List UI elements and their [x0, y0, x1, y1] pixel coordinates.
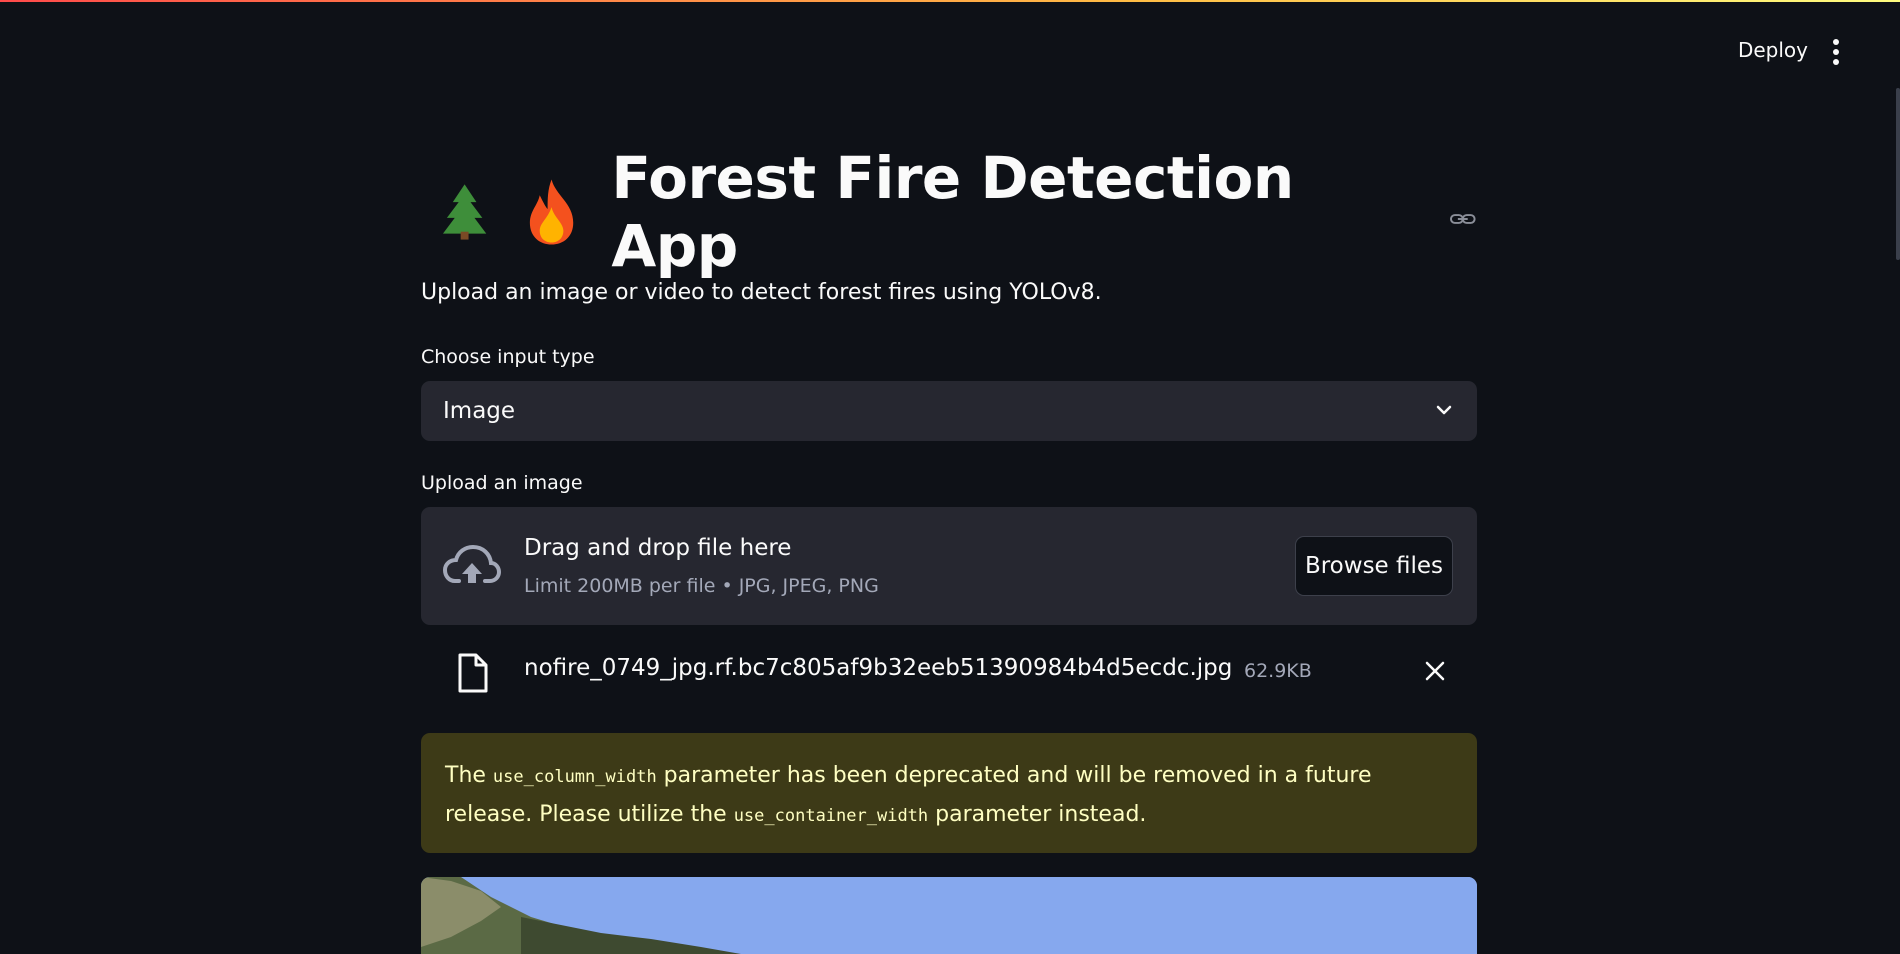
uploaded-file-name: nofire_0749_jpg.rf.bc7c805af9b32eeb51390… — [524, 655, 1233, 681]
close-icon[interactable] — [1423, 659, 1447, 683]
dropzone-instructions: Drag and drop file here — [524, 535, 792, 561]
landscape-photo — [421, 877, 1477, 954]
fire-icon — [530, 179, 574, 245]
warning-code: use_column_width — [492, 767, 657, 787]
deprecation-warning: The use_column_width parameter has been … — [421, 733, 1477, 853]
input-type-select[interactable]: Image — [421, 381, 1477, 441]
browse-files-button[interactable]: Browse files — [1295, 536, 1453, 596]
file-icon — [458, 653, 488, 693]
evergreen-tree-icon — [442, 184, 487, 240]
app-header: Deploy — [0, 0, 1900, 88]
warning-text: The — [445, 763, 493, 788]
kebab-menu-icon[interactable] — [1824, 36, 1848, 68]
warning-text: parameter instead. — [928, 802, 1147, 827]
uploaded-file-size: 62.9KB — [1244, 660, 1312, 682]
deploy-button[interactable]: Deploy — [1738, 38, 1808, 62]
input-type-label: Choose input type — [421, 346, 595, 368]
uploaded-file-item: nofire_0749_jpg.rf.bc7c805af9b32eeb51390… — [421, 643, 1477, 703]
page-title-row: Forest Fire Detection App — [421, 144, 1477, 280]
uploaded-image-preview — [421, 877, 1477, 954]
dropzone-limit-text: Limit 200MB per file • JPG, JPEG, PNG — [524, 575, 879, 597]
file-dropzone[interactable]: Drag and drop file here Limit 200MB per … — [421, 507, 1477, 625]
cloud-upload-icon — [443, 544, 501, 583]
page-title: Forest Fire Detection App — [611, 144, 1294, 280]
scrollbar-thumb[interactable] — [1896, 88, 1900, 260]
input-type-selected-value: Image — [443, 398, 516, 424]
chevron-down-icon — [1436, 405, 1452, 415]
app-description: Upload an image or video to detect fores… — [421, 280, 1102, 305]
warning-code: use_container_width — [733, 806, 929, 826]
uploader-label: Upload an image — [421, 472, 583, 494]
anchor-link-icon[interactable] — [1449, 209, 1477, 229]
